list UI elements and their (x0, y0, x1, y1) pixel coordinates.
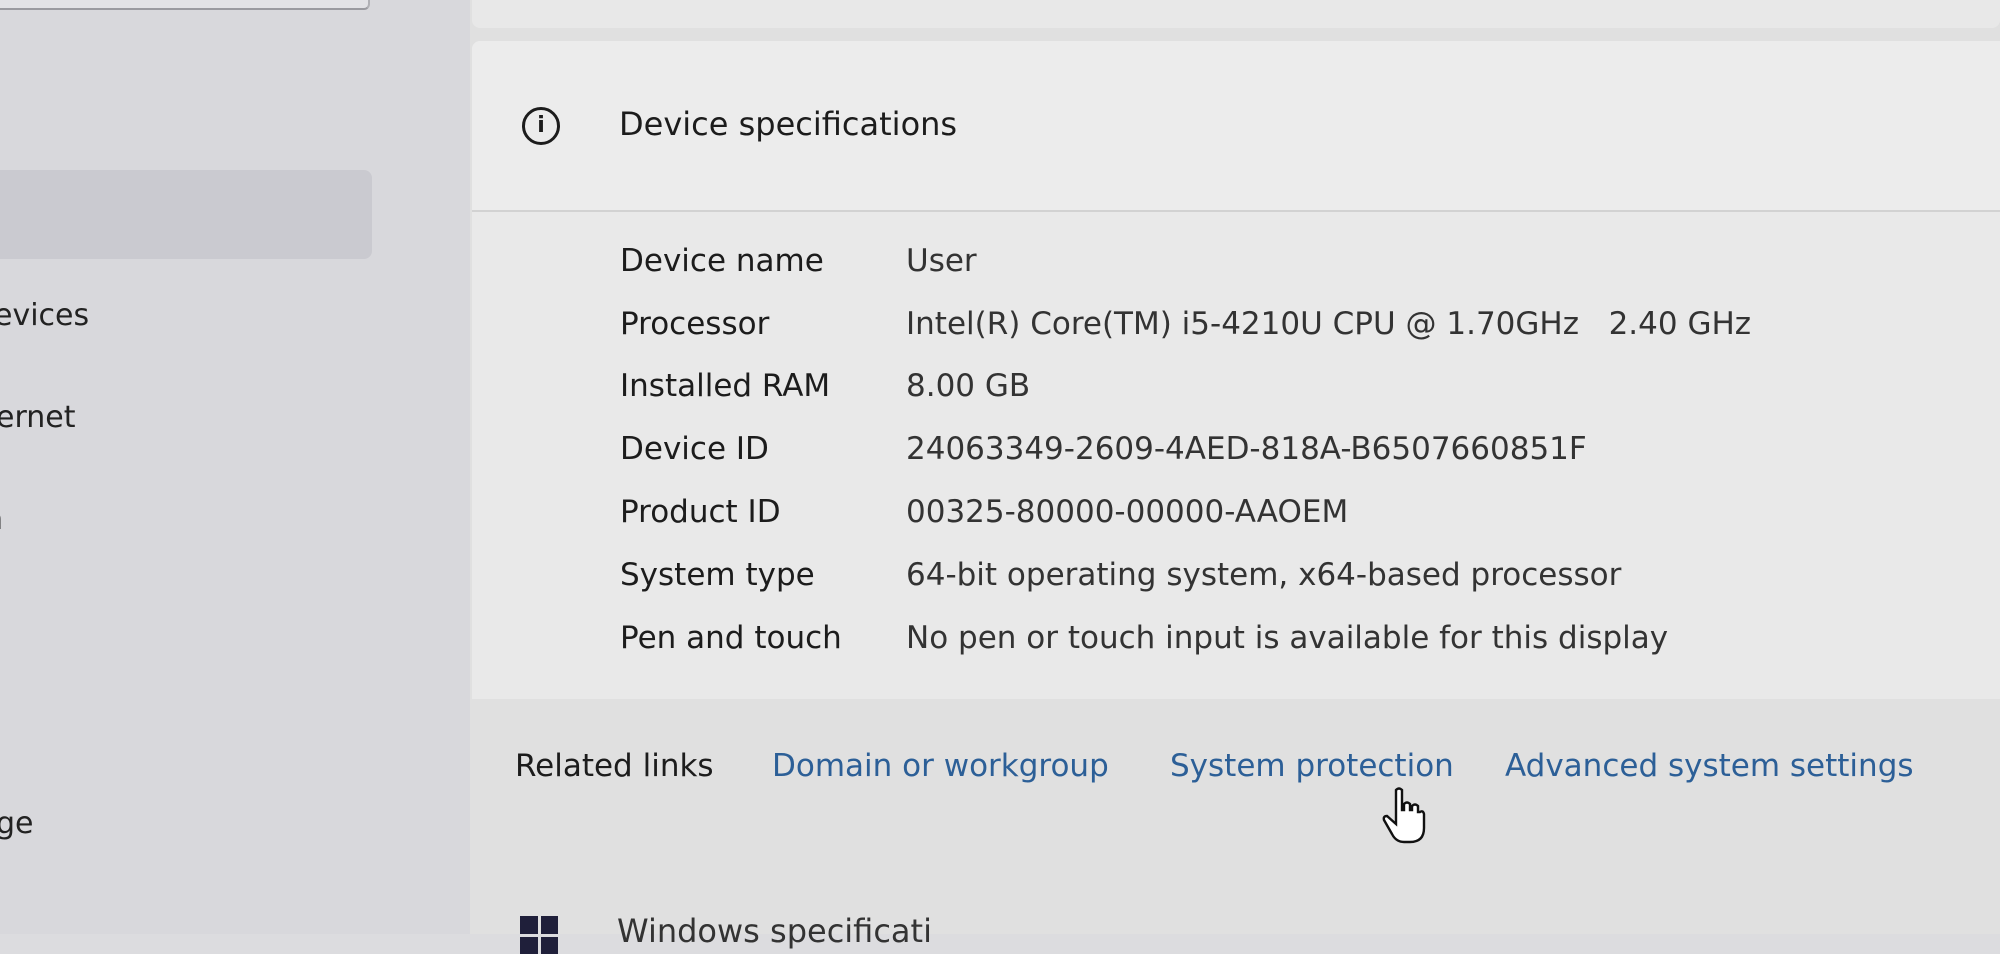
windows-logo-icon (520, 916, 558, 954)
spec-value: No pen or touch input is available for t… (906, 620, 1669, 656)
previous-card (472, 0, 2000, 28)
spec-value: 8.00 GB (906, 368, 1031, 404)
spec-value: 00325-80000-00000-AAOEM (906, 494, 1349, 530)
sidebar-item-network-internet[interactable]: ernet (0, 400, 76, 435)
spec-label: Installed RAM (620, 368, 831, 404)
sidebar-item-personalization[interactable]: n (0, 502, 3, 537)
main-content: i Device specifications Device name User… (470, 0, 2000, 954)
device-specifications-header[interactable]: i Device specifications (472, 41, 2000, 212)
sidebar-item-language[interactable]: ge (0, 806, 34, 841)
spec-label: Product ID (620, 494, 781, 530)
system-protection-link[interactable]: System protection (1170, 748, 1454, 784)
spec-label: System type (620, 557, 815, 593)
windows-specifications-title[interactable]: Windows specificati (617, 912, 932, 950)
spec-value: Intel(R) Core(TM) i5-4210U CPU @ 1.70GHz… (906, 306, 1752, 342)
sidebar: evices ernet n ge (0, 0, 470, 934)
spec-value: 24063349-2609-4AED-818A-B6507660851F (906, 431, 1587, 467)
spec-label: Device ID (620, 431, 769, 467)
related-links-label: Related links (515, 748, 714, 784)
spec-label: Processor (620, 306, 770, 342)
sidebar-search-box[interactable] (0, 0, 370, 10)
advanced-system-settings-link[interactable]: Advanced system settings (1505, 748, 1914, 784)
sidebar-item-selected[interactable] (0, 170, 372, 259)
spec-label: Pen and touch (620, 620, 842, 656)
spec-value: User (906, 243, 977, 279)
domain-or-workgroup-link[interactable]: Domain or workgroup (772, 748, 1109, 784)
card-title: Device specifications (619, 105, 958, 143)
spec-label: Device name (620, 243, 824, 279)
hand-cursor-icon (1382, 787, 1426, 844)
spec-value: 64-bit operating system, x64-based proce… (906, 557, 1622, 593)
device-specifications-card: i Device specifications Device name User… (472, 41, 2000, 699)
info-icon: i (522, 107, 560, 145)
sidebar-item-devices[interactable]: evices (0, 298, 89, 333)
